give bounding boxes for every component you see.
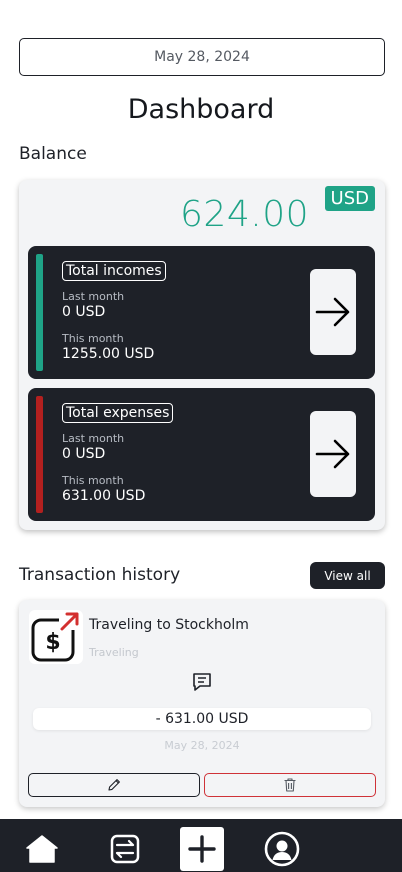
transaction-history-label: Transaction history	[19, 565, 181, 585]
transaction-date: May 28, 2024	[164, 739, 240, 752]
incomes-this-month-label: This month	[62, 332, 124, 345]
transactions-icon	[110, 834, 140, 864]
currency-badge: USD	[324, 186, 375, 211]
transaction-card: $ Traveling to Stockholm Traveling - 631…	[19, 600, 385, 807]
expenses-last-month-value: 0 USD	[62, 446, 106, 462]
trash-icon	[284, 778, 296, 792]
arrow-right-icon	[315, 439, 350, 469]
transaction-amount: - 631.00 USD	[33, 708, 371, 730]
home-icon	[26, 835, 58, 863]
incomes-details-button[interactable]	[310, 269, 356, 355]
incomes-last-month-value: 0 USD	[62, 304, 106, 320]
balance-card: 624.00 USD Total incomes Last month 0 US…	[19, 180, 385, 530]
pencil-icon	[108, 779, 120, 791]
delete-button[interactable]	[204, 773, 376, 797]
expenses-last-month-label: Last month	[62, 432, 125, 445]
expenses-this-month-value: 631.00 USD	[62, 488, 146, 504]
edit-button[interactable]	[28, 773, 200, 797]
comment-icon[interactable]	[191, 672, 213, 696]
bottom-nav	[0, 819, 402, 872]
dollar-expense-icon: $	[31, 612, 81, 662]
transaction-icon-box: $	[29, 610, 83, 664]
nav-transactions[interactable]	[103, 827, 147, 871]
expenses-accent-bar	[36, 396, 43, 513]
incomes-last-month-label: Last month	[62, 290, 125, 303]
view-all-button[interactable]: View all	[310, 562, 385, 589]
balance-label: Balance	[19, 144, 87, 164]
nav-add[interactable]	[180, 827, 224, 871]
transaction-category: Traveling	[89, 646, 139, 659]
arrow-right-icon	[315, 297, 350, 327]
expenses-heading: Total expenses	[62, 403, 174, 423]
transaction-title: Traveling to Stockholm	[89, 617, 249, 633]
incomes-summary: Total incomes Last month 0 USD This mont…	[28, 246, 375, 379]
nav-profile[interactable]	[260, 827, 304, 871]
svg-text:$: $	[45, 630, 60, 655]
expenses-summary: Total expenses Last month 0 USD This mon…	[28, 388, 375, 521]
page-title: Dashboard	[127, 94, 275, 125]
nav-home[interactable]	[20, 827, 64, 871]
incomes-this-month-value: 1255.00 USD	[62, 346, 155, 362]
expenses-this-month-label: This month	[62, 474, 124, 487]
balance-amount: 624.00	[180, 194, 309, 235]
expenses-details-button[interactable]	[310, 411, 356, 497]
date-picker[interactable]: May 28, 2024	[19, 38, 385, 76]
add-icon	[188, 835, 216, 863]
incomes-heading: Total incomes	[62, 261, 166, 281]
profile-icon	[264, 831, 300, 867]
incomes-accent-bar	[36, 254, 43, 371]
